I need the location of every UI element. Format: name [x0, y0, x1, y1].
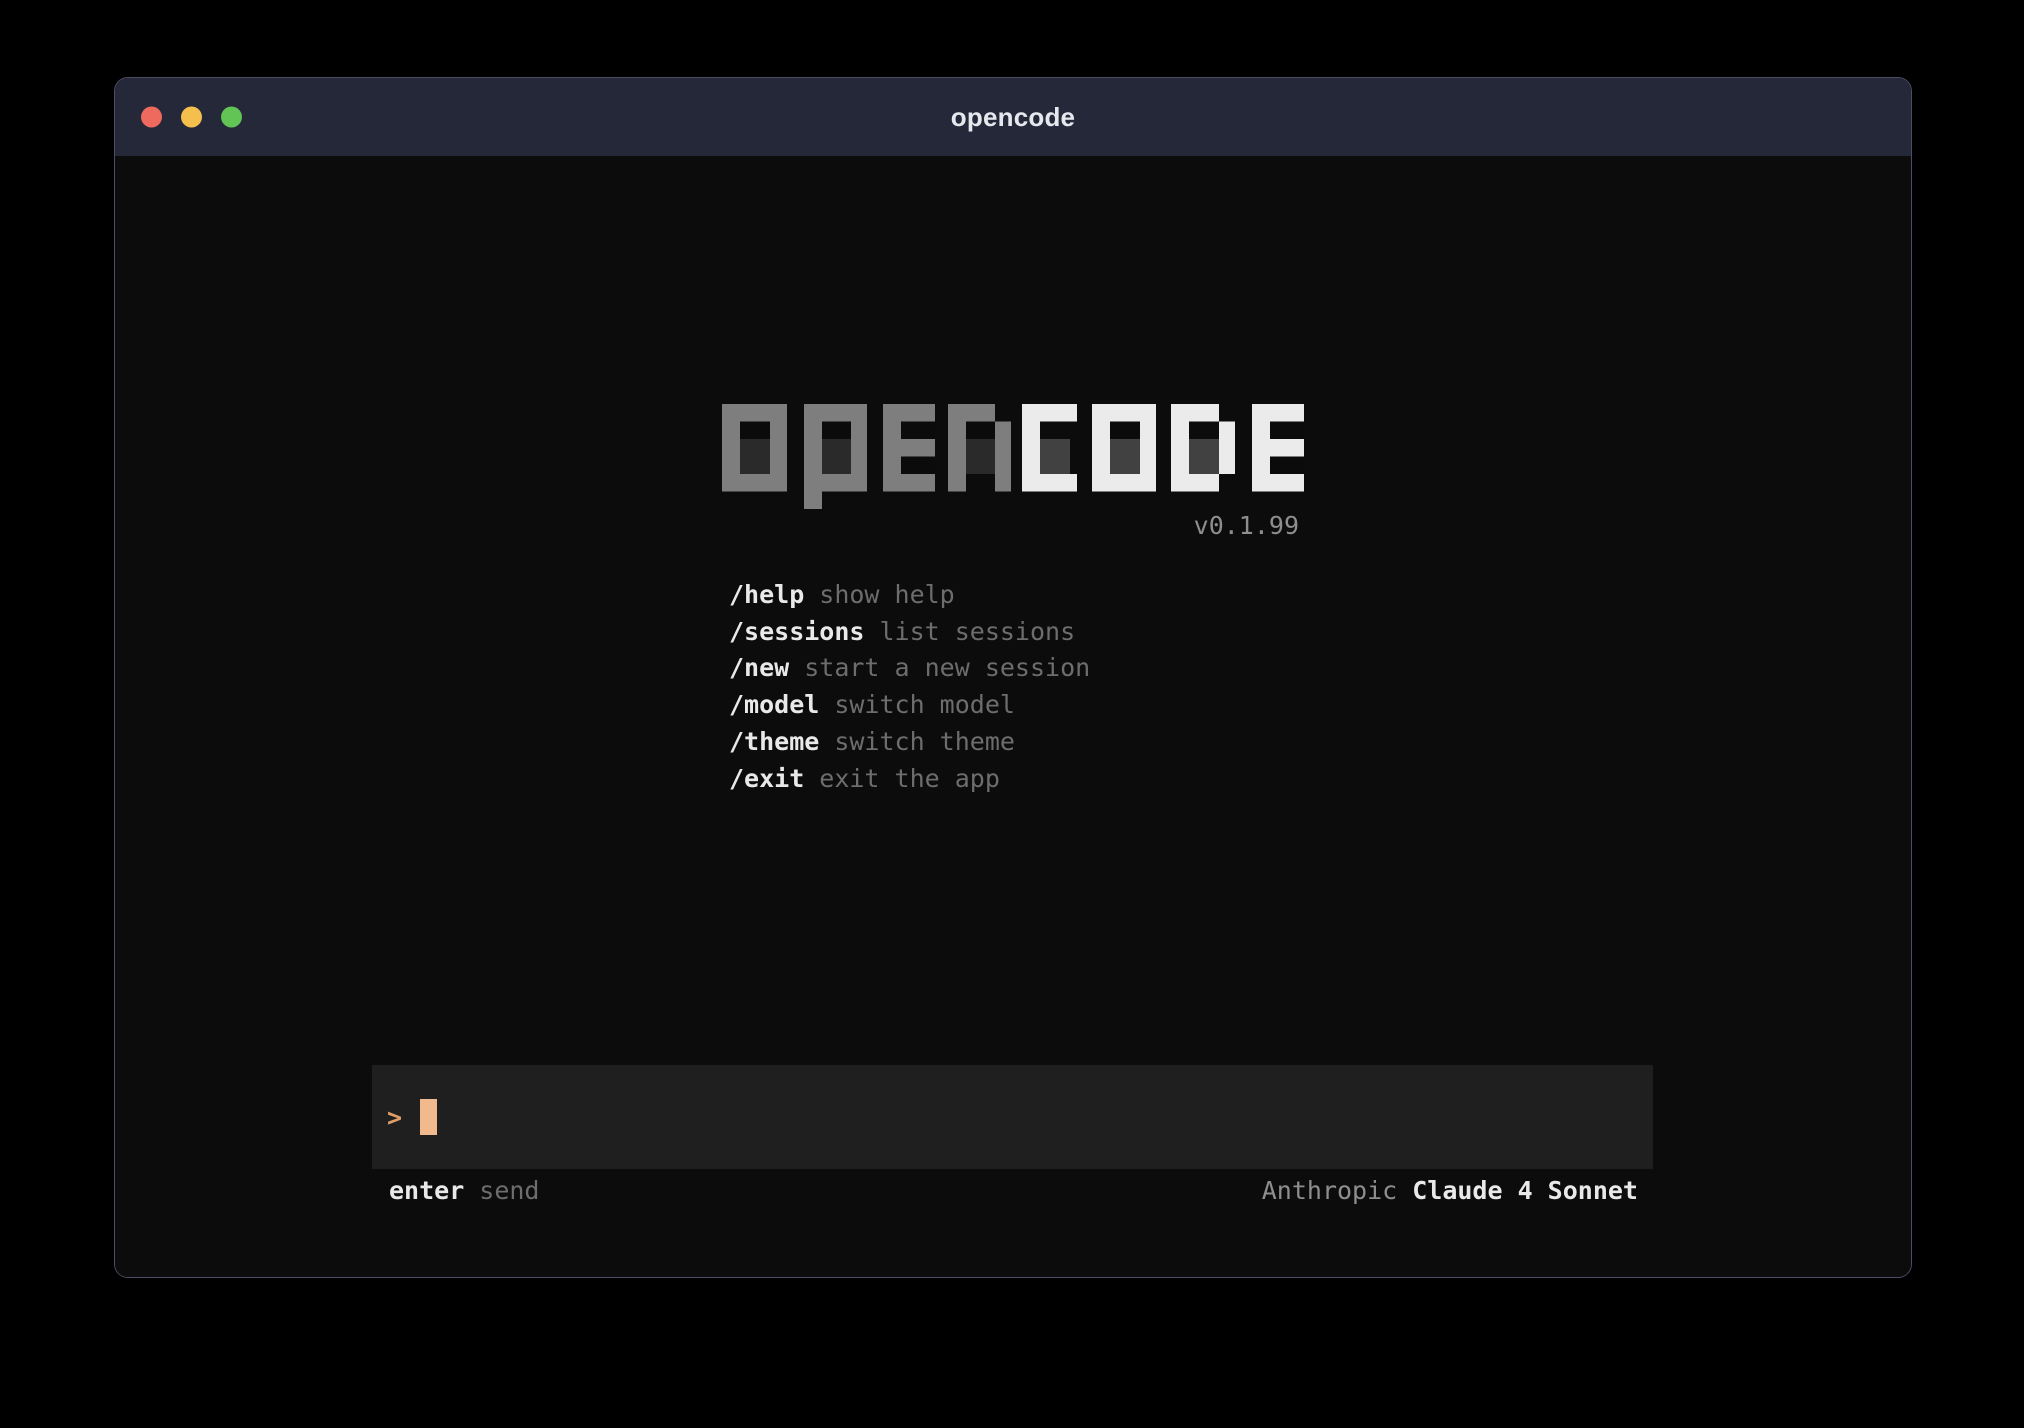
prompt-input[interactable]: > [372, 1065, 1653, 1169]
command-row: /theme switch theme [729, 724, 1304, 761]
command-name: /help [729, 577, 804, 614]
app-window: opencode [114, 77, 1912, 1278]
logo-code-counter-shadows [1040, 439, 1219, 474]
command-description: switch model [834, 687, 1015, 724]
minimize-button[interactable] [181, 107, 202, 128]
model-indicator: Anthropic Claude 4 Sonnet [1262, 1176, 1638, 1206]
status-bar: enter send Anthropic Claude 4 Sonnet [372, 1176, 1653, 1206]
keybind-hint: enter send [389, 1176, 539, 1206]
zoom-button[interactable] [221, 107, 242, 128]
key-action-label: send [479, 1176, 539, 1206]
command-name: /model [729, 687, 819, 724]
model-name-label: Claude 4 Sonnet [1412, 1176, 1638, 1206]
key-label: enter [389, 1176, 464, 1206]
command-list: /help show help /sessions list sessions … [729, 577, 1304, 797]
provider-label: Anthropic [1262, 1176, 1397, 1206]
command-name: /new [729, 650, 789, 687]
opencode-logo [722, 404, 1304, 509]
command-description: switch theme [834, 724, 1015, 761]
command-row: /model switch model [729, 687, 1304, 724]
command-row: /sessions list sessions [729, 614, 1304, 651]
traffic-lights [141, 107, 242, 128]
command-name: /theme [729, 724, 819, 761]
prompt-symbol: > [387, 1103, 403, 1132]
hero-block: v0.1.99 /help show help /sessions list s… [722, 404, 1304, 797]
version-label: v0.1.99 [722, 511, 1304, 541]
command-row: /help show help [729, 577, 1304, 614]
command-description: list sessions [879, 614, 1075, 651]
command-name: /exit [729, 761, 804, 798]
command-description: show help [819, 577, 954, 614]
command-description: exit the app [819, 761, 1000, 798]
window-titlebar[interactable]: opencode [115, 78, 1911, 156]
terminal-content: v0.1.99 /help show help /sessions list s… [115, 156, 1911, 1278]
window-title: opencode [951, 102, 1075, 133]
text-cursor [420, 1099, 437, 1135]
command-name: /sessions [729, 614, 864, 651]
command-row: /new start a new session [729, 650, 1304, 687]
command-description: start a new session [804, 650, 1090, 687]
close-button[interactable] [141, 107, 162, 128]
command-row: /exit exit the app [729, 761, 1304, 798]
